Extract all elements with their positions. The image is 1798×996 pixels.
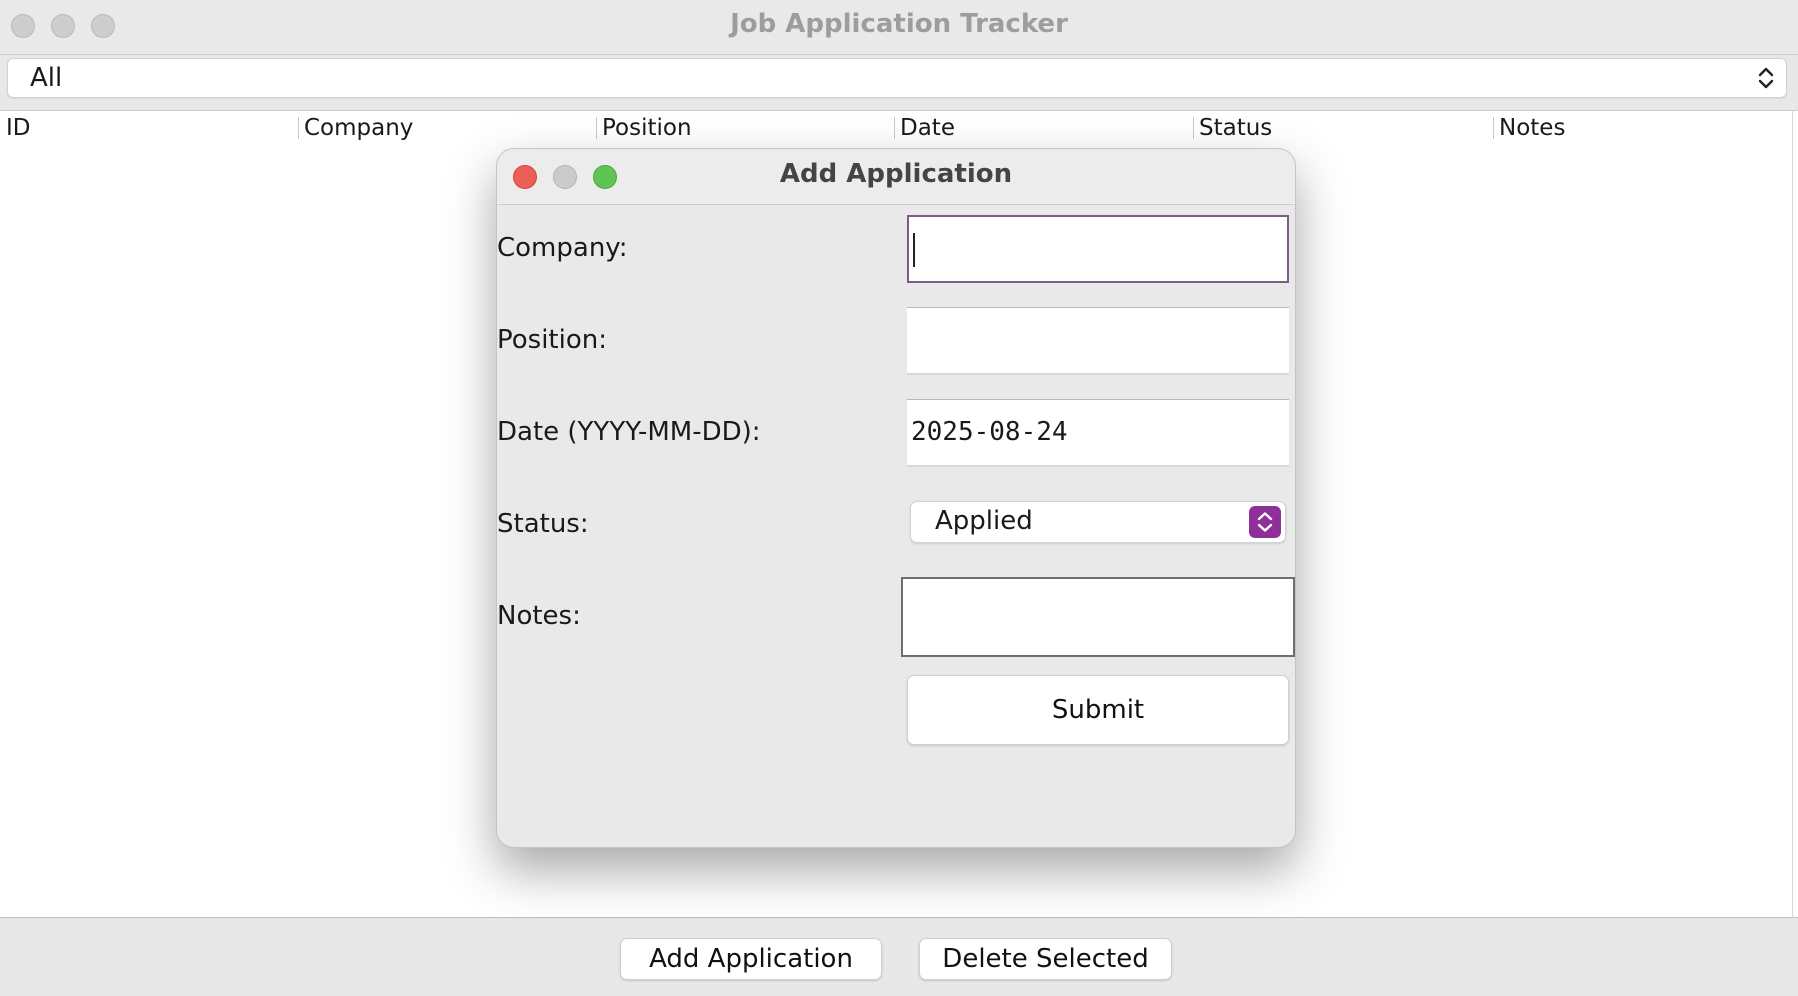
add-application-button[interactable]: Add Application xyxy=(620,938,882,980)
date-label: Date (YYYY-MM-DD): xyxy=(497,417,761,447)
table-header: ID Company Position Date Status Notes xyxy=(0,110,1798,146)
filter-value: All xyxy=(30,63,63,93)
bottom-action-bar xyxy=(0,918,1798,996)
position-label: Position: xyxy=(497,325,607,355)
column-header-notes[interactable]: Notes xyxy=(1493,111,1791,145)
notes-textarea[interactable] xyxy=(901,577,1295,657)
column-header-position[interactable]: Position xyxy=(596,111,894,145)
status-value: Applied xyxy=(935,506,1033,536)
status-filter-select[interactable]: All xyxy=(7,58,1787,98)
delete-selected-button[interactable]: Delete Selected xyxy=(919,938,1172,980)
window-title: Job Application Tracker xyxy=(730,9,1068,39)
column-header-id[interactable]: ID xyxy=(0,111,298,145)
updown-chevron-icon xyxy=(1758,67,1774,89)
date-value: 2025-08-24 xyxy=(911,417,1068,447)
select-stepper xyxy=(1249,506,1281,538)
date-input[interactable]: 2025-08-24 xyxy=(907,399,1289,467)
company-input[interactable] xyxy=(907,215,1289,283)
add-application-dialog: Add Application Company: Position: Date … xyxy=(496,148,1296,848)
submit-button[interactable]: Submit xyxy=(907,675,1289,745)
text-caret xyxy=(913,233,915,267)
main-titlebar: Job Application Tracker xyxy=(0,0,1798,55)
column-header-company[interactable]: Company xyxy=(298,111,596,145)
column-header-date[interactable]: Date xyxy=(894,111,1192,145)
column-header-status[interactable]: Status xyxy=(1193,111,1491,145)
company-label: Company: xyxy=(497,233,628,263)
updown-chevron-icon xyxy=(1257,512,1273,532)
dialog-titlebar[interactable]: Add Application xyxy=(497,149,1295,205)
status-select[interactable]: Applied xyxy=(910,501,1286,543)
status-label: Status: xyxy=(497,509,589,539)
table-right-edge xyxy=(1792,110,1793,918)
notes-label: Notes: xyxy=(497,601,581,631)
dialog-title: Add Application xyxy=(779,159,1013,189)
position-input[interactable] xyxy=(907,307,1289,375)
